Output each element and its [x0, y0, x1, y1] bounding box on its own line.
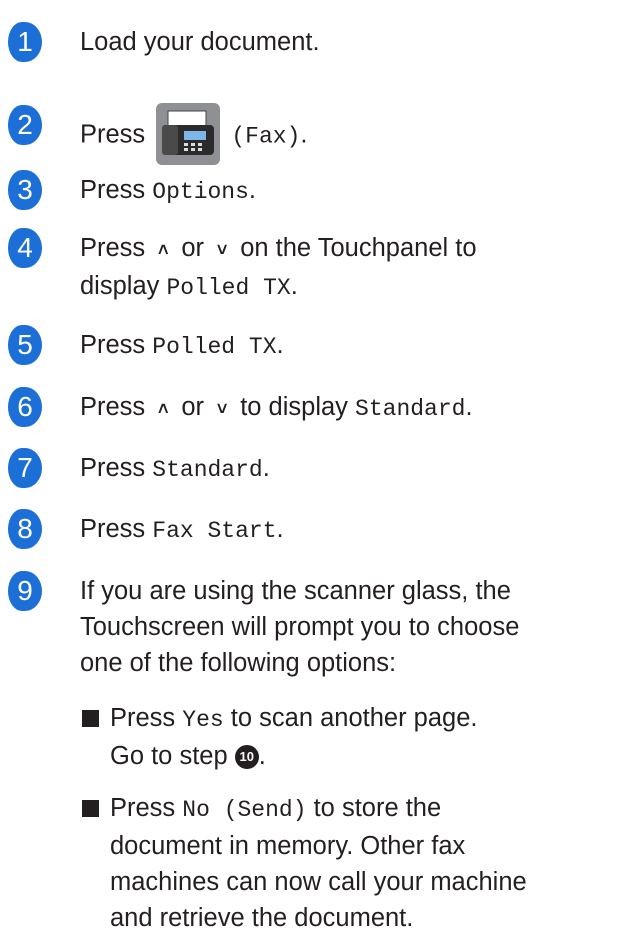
option-text: and retrieve the document. — [110, 904, 414, 932]
step-text-span: Load your document. — [80, 28, 320, 56]
period: . — [465, 393, 473, 421]
period: . — [258, 742, 266, 770]
polled-tx-key: Polled TX — [166, 275, 291, 301]
step-number-badge: 4 — [8, 228, 42, 268]
step-line: one of the following options: — [80, 649, 397, 677]
chevron-up-icon: ˄ — [158, 240, 169, 260]
square-bullet-icon — [82, 800, 99, 817]
fax-start-key: Fax Start — [152, 518, 277, 544]
standard-key: Standard — [152, 457, 263, 483]
step-text: Load your document. — [80, 24, 610, 60]
step-number-badge: 2 — [8, 105, 42, 145]
step-text: Press Standard. — [80, 450, 610, 488]
press-label: Press — [80, 176, 153, 204]
option-text: Go to step — [110, 742, 235, 770]
square-bullet-icon — [82, 710, 99, 727]
press-label: Press — [110, 704, 183, 732]
step-text-mid: to display — [233, 393, 356, 421]
period: . — [276, 515, 284, 543]
chevron-down-icon: ˅ — [216, 399, 228, 419]
polled-tx-key: Polled TX — [152, 334, 277, 360]
step-number-badge: 7 — [8, 448, 42, 488]
step-text-mid: on the Touchpanel to — [233, 234, 477, 262]
yes-key: Yes — [182, 707, 224, 733]
no-send-key: No (Send) — [182, 797, 307, 823]
option-text: to store the — [306, 794, 442, 822]
option-item: Press Yes to scan another page. Go to st… — [82, 700, 615, 774]
option-text: document in memory. Other fax — [110, 832, 466, 860]
option-item: Press No (Send) to store the document in… — [82, 790, 615, 936]
display-label: display — [80, 272, 167, 300]
press-label: Press — [80, 515, 153, 543]
period: . — [300, 120, 308, 149]
step-text: If you are using the scanner glass, the … — [80, 573, 610, 681]
period: . — [248, 176, 256, 204]
chevron-down-icon: ˅ — [216, 240, 228, 260]
step-number-badge: 3 — [8, 170, 42, 210]
step-text: Press (Fax). — [80, 103, 610, 167]
step-number-badge: 6 — [8, 387, 42, 427]
step-number-badge: 9 — [8, 571, 42, 611]
press-label: Press — [80, 393, 153, 421]
chevron-up-icon: ˄ — [158, 399, 169, 419]
option-text: machines can now call your machine — [110, 868, 527, 896]
fax-machine-icon[interactable] — [156, 103, 221, 165]
options-key: Options — [152, 179, 249, 205]
press-label: Press — [80, 234, 153, 262]
step-number-badge: 8 — [8, 509, 42, 549]
step-text: Press ˄ or ˅ on the Touchpanel to displa… — [80, 230, 610, 306]
step-ref-badge: 10 — [234, 745, 259, 770]
press-label: Press — [80, 454, 153, 482]
period: . — [290, 272, 298, 300]
period: . — [276, 331, 284, 359]
step-text: Press ˄ or ˅ to display Standard. — [80, 389, 610, 427]
press-label: Press — [80, 120, 146, 149]
press-label: Press — [80, 331, 153, 359]
step-text: Press Polled TX. — [80, 327, 610, 365]
press-label: Press — [110, 794, 183, 822]
step-number-badge: 1 — [8, 22, 42, 62]
step-number-badge: 5 — [8, 325, 42, 365]
period: . — [262, 454, 270, 482]
or-label: or — [174, 234, 212, 262]
step-line: If you are using the scanner glass, the — [80, 577, 511, 605]
option-text: to scan another page. — [223, 704, 478, 732]
fax-label: (Fax) — [231, 123, 301, 150]
or-label: or — [174, 393, 212, 421]
step-text: Press Options. — [80, 172, 610, 210]
step-line: Touchscreen will prompt you to choose — [80, 613, 520, 641]
step-text: Press Fax Start. — [80, 511, 610, 549]
standard-key: Standard — [355, 396, 466, 422]
